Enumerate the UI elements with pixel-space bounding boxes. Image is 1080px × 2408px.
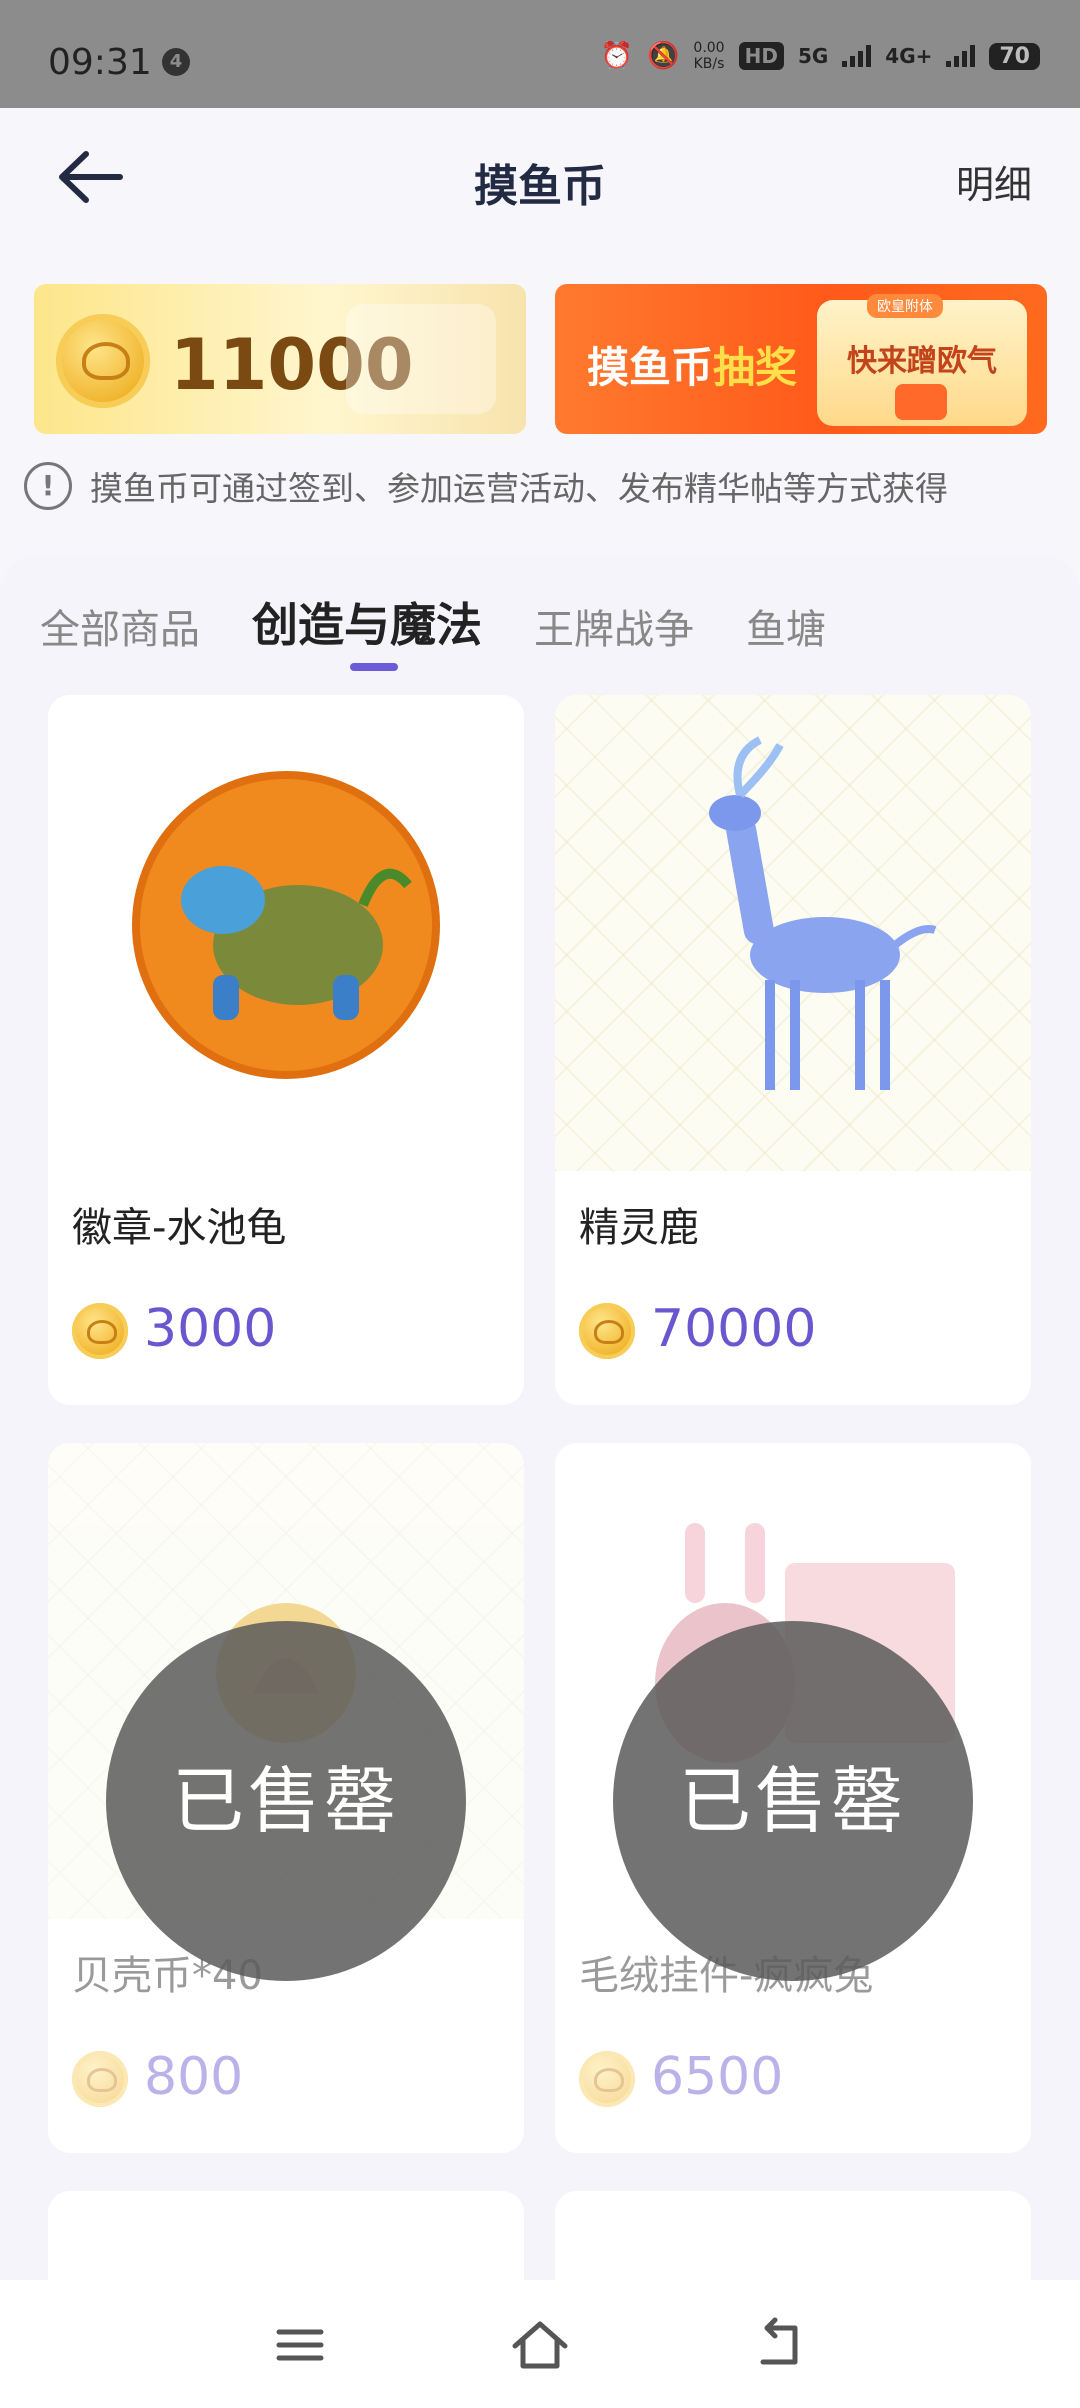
lottery-tag: 欧皇附体 — [867, 294, 943, 318]
lottery-cta-label: 快来蹭欧气 — [847, 344, 997, 379]
menu-icon — [276, 2329, 324, 2361]
product-price: 800 — [144, 2047, 244, 2107]
tab-fish-pond[interactable]: 鱼塘 — [746, 597, 826, 655]
status-icons: ⏰ 🔕 0.00 KB/s HD 5G 4G+ 70 — [601, 40, 1040, 72]
fish-coin-icon — [72, 2051, 128, 2107]
product-card[interactable]: 贝壳币*40 800 已售罄 — [48, 1443, 524, 2153]
decoration-image — [346, 304, 496, 414]
product-name: 徽章-水池龟 — [72, 1205, 287, 1251]
product-card[interactable]: 毛绒挂件-疯疯兔 6500 已售罄 — [555, 1443, 1031, 2153]
product-price: 3000 — [144, 1299, 277, 1359]
product-name: 精灵鹿 — [579, 1205, 699, 1251]
coin-info-notice: ! 摸鱼币可通过签到、参加运营活动、发布精华帖等方式获得 — [24, 462, 948, 510]
sold-out-badge: 已售罄 — [613, 1621, 973, 1981]
lottery-banner[interactable]: 摸鱼币抽奖 欧皇附体 快来蹭欧气 — [555, 284, 1047, 434]
fish-coin-icon — [56, 314, 150, 408]
back-icon — [760, 2317, 798, 2365]
signal-strength-icon-2 — [946, 45, 976, 67]
lottery-title: 摸鱼币抽奖 — [587, 334, 797, 395]
fish-coin-icon — [72, 1303, 128, 1359]
shop-content: 全部商品 创造与魔法 王牌战争 鱼塘 徽章-水池龟 3000 精灵鹿 70000… — [0, 555, 1080, 2408]
system-navigation-bar — [0, 2280, 1080, 2408]
lottery-cta[interactable]: 欧皇附体 快来蹭欧气 — [817, 294, 1027, 426]
battery-indicator: 70 — [989, 42, 1040, 70]
product-price: 70000 — [651, 1299, 817, 1359]
home-icon — [512, 2321, 568, 2369]
notification-count-badge: 4 — [162, 48, 190, 76]
hd-voice-icon: HD — [738, 42, 784, 70]
status-bar: 09:31 4 ⏰ 🔕 0.00 KB/s HD 5G 4G+ 70 — [0, 0, 1080, 108]
coin-balance-card: 11000 — [34, 284, 526, 434]
gift-icon — [895, 384, 947, 420]
product-card[interactable]: 徽章-水池龟 3000 — [48, 695, 524, 1405]
tab-ace-war[interactable]: 王牌战争 — [534, 597, 694, 655]
category-tabs: 全部商品 创造与魔法 王牌战争 鱼塘 — [40, 589, 826, 655]
network-speed: 0.00 KB/s — [693, 40, 724, 72]
network-speed-unit: KB/s — [693, 56, 725, 72]
network-speed-value: 0.00 — [693, 40, 725, 56]
home-button[interactable] — [505, 2310, 575, 2380]
lottery-title-part2: 抽奖 — [713, 343, 798, 392]
menu-button[interactable] — [265, 2310, 335, 2380]
deer-illustration — [709, 736, 937, 1090]
lottery-title-part1: 摸鱼币 — [587, 343, 714, 392]
tab-all-products[interactable]: 全部商品 — [40, 597, 200, 655]
status-time: 09:31 — [48, 42, 152, 83]
signal-strength-icon — [842, 45, 872, 67]
tab-creation-magic[interactable]: 创造与魔法 — [252, 589, 482, 655]
fish-coin-icon — [579, 2051, 635, 2107]
back-nav-button[interactable] — [745, 2310, 815, 2380]
fish-coin-icon — [579, 1303, 635, 1359]
active-tab-indicator — [350, 663, 398, 671]
alarm-icon: ⏰ — [600, 41, 634, 71]
detail-link[interactable]: 明细 — [956, 154, 1032, 209]
coin-info-text: 摸鱼币可通过签到、参加运营活动、发布精华帖等方式获得 — [90, 469, 948, 508]
badge-illustration — [132, 771, 440, 1079]
mute-bell-icon: 🔕 — [647, 41, 680, 71]
page-title: 摸鱼币 — [474, 161, 606, 212]
product-price: 6500 — [651, 2047, 784, 2107]
network-5g-label: 5G — [797, 44, 829, 68]
product-card[interactable]: 精灵鹿 70000 — [555, 695, 1031, 1405]
sold-out-badge: 已售罄 — [106, 1621, 466, 1981]
info-icon: ! — [24, 462, 72, 510]
network-4g-label: 4G+ — [885, 44, 933, 68]
app-header: 摸鱼币 明细 — [0, 108, 1080, 278]
product-image-turtle-badge — [48, 695, 524, 1171]
product-image-spirit-deer — [555, 695, 1031, 1171]
